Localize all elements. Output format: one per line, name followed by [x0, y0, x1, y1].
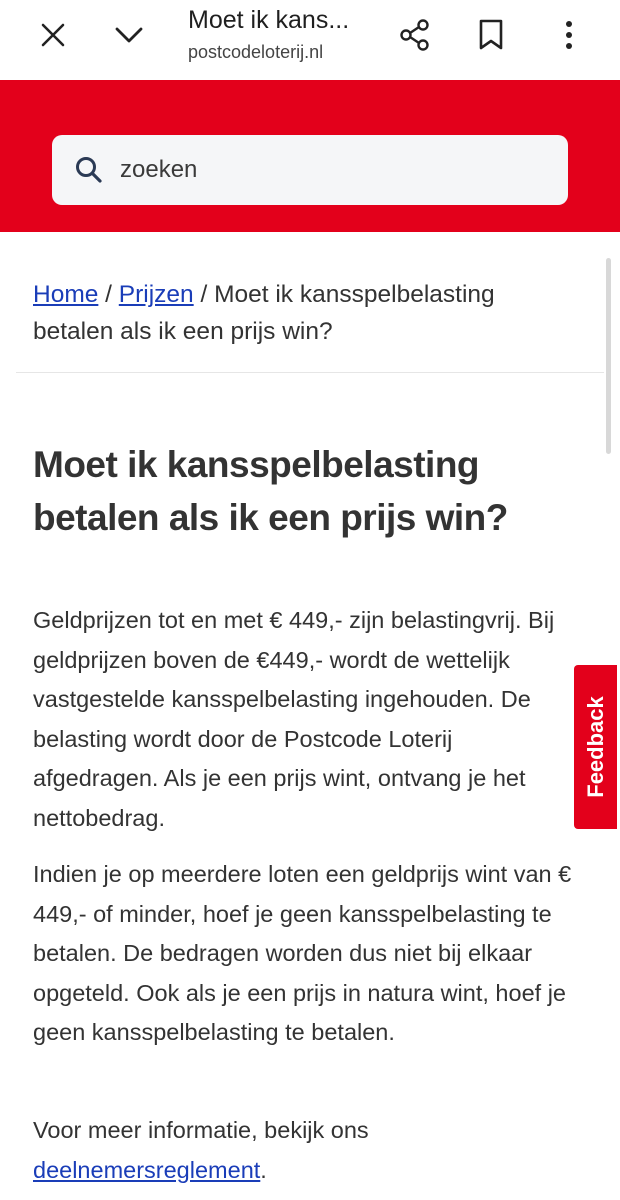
- close-icon[interactable]: [28, 12, 78, 58]
- chevron-down-icon[interactable]: [104, 12, 154, 58]
- breadcrumb-separator: /: [193, 281, 215, 308]
- tab-title: Moet ik kans...: [188, 6, 350, 34]
- page-url[interactable]: postcodeloterij.nl: [188, 42, 323, 63]
- article-paragraph: Geldprijzen tot en met € 449,- zijn bela…: [33, 607, 555, 831]
- search-input[interactable]: [120, 156, 540, 184]
- more-info-paragraph: Voor meer informatie, bekijk ons deelnem…: [33, 1111, 581, 1190]
- share-icon[interactable]: [390, 12, 440, 58]
- divider: [16, 372, 604, 373]
- participant-rules-link[interactable]: deelnemersreglement: [33, 1157, 260, 1183]
- browser-toolbar: Moet ik kans... postcodeloterij.nl: [0, 0, 620, 80]
- breadcrumb-prizes-link[interactable]: Prijzen: [119, 281, 194, 308]
- page-title: Moet ik kansspelbelasting betalen als ik…: [33, 444, 508, 538]
- scrollbar[interactable]: [606, 258, 611, 454]
- breadcrumb-home-link[interactable]: Home: [33, 281, 98, 308]
- more-info-text: Voor meer informatie, bekijk ons: [33, 1117, 369, 1143]
- site-header: [0, 80, 620, 232]
- breadcrumb-separator: /: [98, 281, 119, 308]
- search-icon[interactable]: [74, 155, 104, 185]
- breadcrumb: Home / Prijzen / Moet ik kansspelbelasti…: [33, 276, 573, 350]
- feedback-label: Feedback: [582, 696, 608, 798]
- more-info-end: .: [260, 1156, 267, 1183]
- article-paragraph: Indien je op meerdere loten een geldprij…: [33, 861, 572, 1045]
- search-box[interactable]: [52, 135, 568, 205]
- bookmark-icon[interactable]: [466, 12, 516, 58]
- feedback-button[interactable]: Feedback: [574, 665, 617, 829]
- more-vert-icon[interactable]: [544, 12, 594, 58]
